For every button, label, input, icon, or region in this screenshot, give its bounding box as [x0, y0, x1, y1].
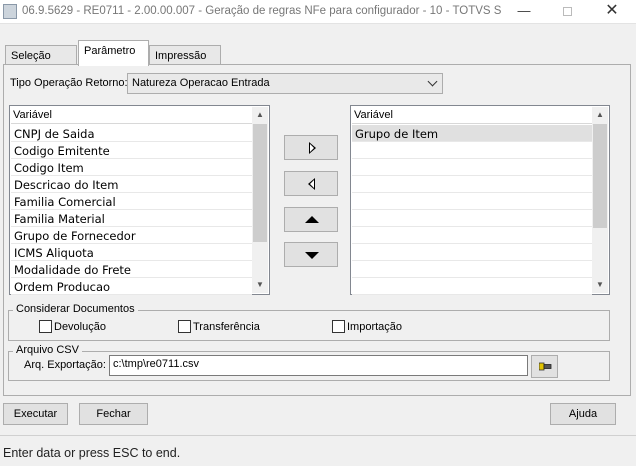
tipo-operacao-value: Natureza Operacao Entrada: [132, 77, 270, 89]
move-down-button[interactable]: [284, 242, 338, 267]
list-item[interactable]: Codigo Emitente: [11, 142, 252, 159]
selected-variables-list[interactable]: Variável Grupo de Item ▲ ▼: [350, 105, 610, 295]
maximize-icon: [562, 7, 572, 17]
flashlight-icon: [539, 362, 552, 371]
list-item-empty: [352, 261, 592, 278]
list-item[interactable]: Ordem Producao: [11, 278, 252, 295]
title-bar: 06.9.5629 - RE0711 - 2.00.00.007 - Geraç…: [0, 0, 636, 24]
left-list-scrollbar[interactable]: ▲ ▼: [252, 107, 268, 293]
tipo-operacao-label: Tipo Operação Retorno:: [10, 77, 128, 89]
move-up-button[interactable]: [284, 207, 338, 232]
tab-parametro[interactable]: Parâmetro: [78, 40, 149, 66]
list-item-empty: [352, 142, 592, 159]
list-item-empty: [352, 159, 592, 176]
group-title: Considerar Documentos: [13, 303, 138, 315]
browse-file-button[interactable]: [531, 355, 558, 378]
window-title: 06.9.5629 - RE0711 - 2.00.00.007 - Geraç…: [22, 5, 502, 17]
arq-exportacao-input[interactable]: c:\tmp\re0711.csv: [109, 355, 528, 376]
maximize-button[interactable]: [550, 0, 584, 24]
status-text: Enter data or press ESC to end.: [3, 446, 181, 460]
arrow-right-icon: [309, 142, 316, 154]
list-header: Variável: [352, 107, 592, 124]
list-item[interactable]: Descricao do Item: [11, 176, 252, 193]
executar-button[interactable]: Executar: [3, 403, 68, 425]
transferencia-label: Transferência: [193, 321, 260, 333]
status-separator: [0, 435, 636, 436]
importacao-checkbox[interactable]: [332, 320, 345, 333]
scroll-up-icon[interactable]: ▲: [252, 107, 268, 123]
available-variables-list[interactable]: Variável CNPJ de Saida Codigo Emitente C…: [9, 105, 270, 295]
scroll-up-icon[interactable]: ▲: [592, 107, 608, 123]
list-item-empty: [352, 227, 592, 244]
list-item[interactable]: Grupo de Item: [352, 125, 592, 142]
list-item-empty: [352, 244, 592, 261]
group-title: Arquivo CSV: [13, 344, 82, 356]
list-header: Variável: [11, 107, 252, 124]
right-list-scrollbar[interactable]: ▲ ▼: [592, 107, 608, 293]
tab-impressao[interactable]: Impressão: [149, 45, 221, 65]
list-item-empty: [352, 278, 592, 295]
scroll-thumb[interactable]: [253, 124, 267, 242]
scroll-thumb[interactable]: [593, 124, 607, 228]
app-icon: [3, 4, 17, 19]
list-item-empty: [352, 176, 592, 193]
minimize-button[interactable]: —: [507, 0, 541, 24]
devolucao-checkbox[interactable]: [39, 320, 52, 333]
remove-variable-button[interactable]: [284, 171, 338, 196]
list-item[interactable]: Codigo Item: [11, 159, 252, 176]
close-button[interactable]: ✕: [595, 0, 629, 24]
list-item[interactable]: Modalidade do Frete: [11, 261, 252, 278]
list-item[interactable]: Familia Material: [11, 210, 252, 227]
list-item-empty: [352, 193, 592, 210]
tipo-operacao-select[interactable]: Natureza Operacao Entrada: [127, 73, 443, 94]
list-item[interactable]: ICMS Aliquota: [11, 244, 252, 261]
list-item[interactable]: Grupo de Fornecedor: [11, 227, 252, 244]
list-item-empty: [352, 210, 592, 227]
arrow-down-icon: [305, 252, 319, 259]
fechar-button[interactable]: Fechar: [79, 403, 148, 425]
scroll-down-icon[interactable]: ▼: [592, 277, 608, 293]
devolucao-label: Devolução: [54, 321, 106, 333]
chevron-down-icon: [427, 76, 438, 87]
scroll-down-icon[interactable]: ▼: [252, 277, 268, 293]
importacao-label: Importação: [347, 321, 403, 333]
add-variable-button[interactable]: [284, 135, 338, 160]
ajuda-button[interactable]: Ajuda: [550, 403, 616, 425]
transferencia-checkbox[interactable]: [178, 320, 191, 333]
list-item[interactable]: CNPJ de Saida: [11, 125, 252, 142]
arrow-left-icon: [308, 178, 315, 190]
arq-exportacao-label: Arq. Exportação:: [24, 359, 106, 371]
arrow-up-icon: [305, 216, 319, 223]
tab-selecao[interactable]: Seleção: [5, 45, 77, 65]
list-item[interactable]: Familia Comercial: [11, 193, 252, 210]
